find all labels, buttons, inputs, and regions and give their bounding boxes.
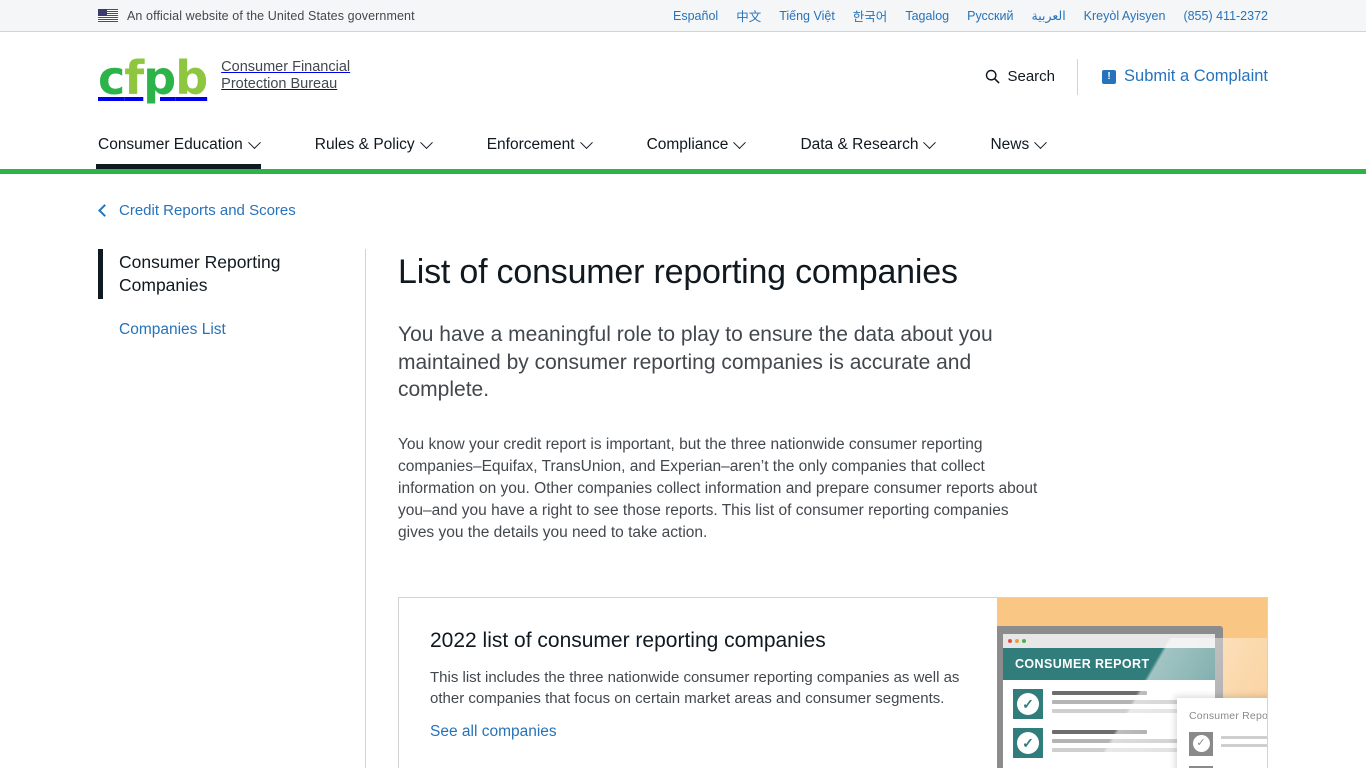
check-glyph: ✓ — [1017, 692, 1039, 715]
cfpb-logo[interactable]: cfpb Consumer Financial Protection Burea… — [98, 50, 350, 105]
nav-label-rules-policy: Rules & Policy — [314, 136, 415, 153]
us-flag-icon — [98, 9, 118, 22]
nav-item-enforcement[interactable]: Enforcement — [486, 121, 593, 169]
logo-words-line1: Consumer Financial — [221, 58, 351, 75]
page-body: Credit Reports and Scores Consumer Repor… — [0, 174, 1366, 768]
language-link-vi[interactable]: Tiếng Việt — [779, 9, 835, 23]
document-overlay-graphic: Consumer Report ✓ ✓ — [1177, 697, 1267, 768]
chevron-down-icon — [419, 135, 433, 149]
promo-card[interactable]: 2022 list of consumer reporting companie… — [398, 596, 1268, 768]
sidebar-item-companies-list[interactable]: Companies List — [119, 321, 226, 338]
gov-banner-left: An official website of the United States… — [98, 9, 415, 23]
nav-item-news[interactable]: News — [990, 121, 1048, 169]
page-lede: You have a meaningful role to play to en… — [398, 323, 993, 401]
logo-letter-b: b — [175, 50, 208, 105]
gov-banner: An official website of the United States… — [0, 0, 1366, 32]
language-link-ht[interactable]: Kreyòl Ayisyen — [1084, 9, 1166, 23]
language-link-ru[interactable]: Русский — [967, 9, 1013, 23]
sidebar-section-consumer-reporting-companies[interactable]: Consumer Reporting Companies — [98, 249, 347, 299]
page-title: List of consumer reporting companies — [398, 253, 958, 291]
nav-item-consumer-education[interactable]: Consumer Education — [96, 121, 261, 169]
page-columns: Consumer Reporting Companies Companies L… — [98, 249, 1268, 768]
sidebar: Consumer Reporting Companies Companies L… — [98, 249, 366, 768]
nav-label-enforcement: Enforcement — [486, 136, 575, 153]
language-link-tl[interactable]: Tagalog — [905, 9, 949, 23]
sidebar-section-title: Consumer Reporting Companies — [119, 252, 281, 295]
masthead-actions: Search ! Submit a Complaint — [985, 58, 1268, 95]
submit-complaint-button[interactable]: ! Submit a Complaint — [1078, 67, 1268, 86]
logo-words-line2: Protection Bureau — [221, 75, 338, 92]
logo-letter-p: p — [143, 50, 176, 105]
breadcrumb: Credit Reports and Scores — [98, 174, 1268, 219]
illustration-document-row: ✓ — [1189, 731, 1267, 756]
chevron-down-icon — [247, 135, 261, 149]
breadcrumb-link-credit-reports-and-scores[interactable]: Credit Reports and Scores — [119, 202, 296, 219]
masthead: cfpb Consumer Financial Protection Burea… — [0, 32, 1366, 121]
search-icon — [986, 69, 1001, 84]
primary-nav: Consumer Education Rules & Policy Enforc… — [0, 121, 1366, 169]
search-label: Search — [1007, 68, 1056, 85]
language-link-es[interactable]: Español — [673, 9, 718, 23]
window-maximize-dot-icon — [1022, 638, 1026, 643]
language-link-ko[interactable]: 한국어 — [853, 6, 888, 25]
nav-item-rules-policy[interactable]: Rules & Policy — [314, 121, 433, 169]
language-links: Español 中文 Tiếng Việt 한국어 Tagalog Русски… — [673, 6, 1268, 25]
check-glyph: ✓ — [1192, 735, 1210, 753]
window-minimize-dot-icon — [1015, 638, 1019, 643]
check-icon: ✓ — [1013, 688, 1043, 719]
see-all-companies-link[interactable]: See all companies — [430, 723, 557, 741]
language-link-ar[interactable]: العربية — [1032, 8, 1066, 23]
check-glyph: ✓ — [1017, 731, 1039, 754]
consumer-report-illustration: CONSUMER REPORT ✓ ✓ Consumer Report ✓ — [997, 597, 1267, 768]
nav-label-news: News — [990, 136, 1030, 153]
browser-titlebar — [1003, 633, 1215, 648]
check-icon: ✓ — [1189, 731, 1213, 756]
promo-card-text: 2022 list of consumer reporting companie… — [399, 598, 997, 768]
submit-complaint-label: Submit a Complaint — [1124, 67, 1268, 85]
chevron-down-icon — [579, 135, 593, 149]
sidebar-sublist: Companies List — [98, 299, 347, 339]
chevron-down-icon — [733, 135, 747, 149]
phone-link[interactable]: (855) 411-2372 — [1183, 9, 1268, 23]
alert-icon: ! — [1102, 69, 1117, 84]
cfpb-logo-mark: cfpb — [98, 50, 208, 105]
nav-label-compliance: Compliance — [646, 136, 729, 153]
promo-card-description: This list includes the three nationwide … — [430, 668, 960, 708]
illustration-line-group — [1221, 732, 1267, 756]
illustration-document-heading: Consumer Report — [1189, 709, 1267, 722]
language-link-zh[interactable]: 中文 — [736, 6, 761, 25]
chevron-down-icon — [923, 135, 937, 149]
logo-letter-c: c — [98, 50, 125, 105]
logo-letter-f: f — [124, 50, 144, 105]
nav-label-data-research: Data & Research — [800, 136, 919, 153]
nav-item-data-research[interactable]: Data & Research — [800, 121, 937, 169]
main-content: List of consumer reporting companies You… — [366, 249, 1268, 768]
search-button[interactable]: Search — [985, 68, 1077, 85]
illustration-browser-heading: CONSUMER REPORT — [1003, 647, 1215, 680]
nav-label-consumer-education: Consumer Education — [98, 136, 243, 153]
chevron-down-icon — [1034, 135, 1048, 149]
cfpb-logo-wordmark: Consumer Financial Protection Bureau — [221, 59, 350, 95]
promo-card-title: 2022 list of consumer reporting companie… — [430, 628, 826, 652]
window-close-dot-icon — [1008, 638, 1012, 643]
chevron-left-icon — [98, 204, 111, 217]
check-icon: ✓ — [1013, 727, 1043, 758]
page-body-copy: You know your credit report is important… — [398, 435, 1038, 542]
nav-item-compliance[interactable]: Compliance — [646, 121, 747, 169]
gov-banner-text: An official website of the United States… — [127, 8, 415, 23]
